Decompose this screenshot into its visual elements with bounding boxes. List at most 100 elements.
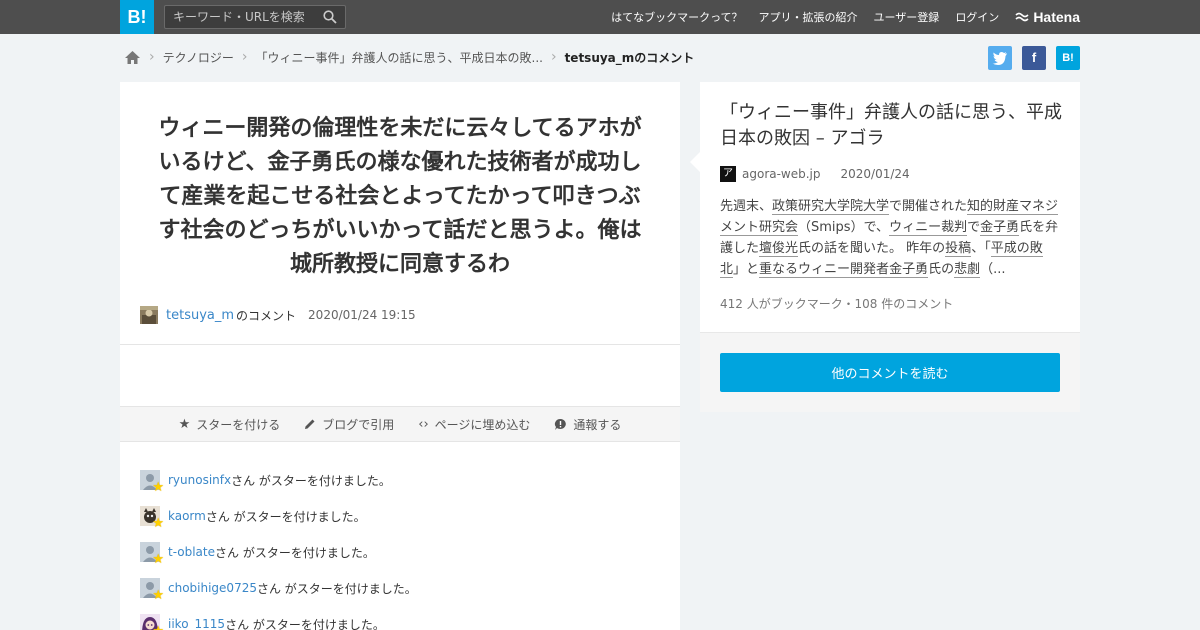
star-icon: ★: [152, 480, 164, 495]
star-list-item: ★ iiko_1115 さん がスターを付けました。: [140, 606, 417, 630]
star-username[interactable]: chobihige0725: [168, 581, 257, 595]
summary-text: で: [967, 220, 981, 235]
summary-keyword-link[interactable]: 悲劇: [954, 262, 981, 278]
code-icon: ‹›: [418, 416, 429, 432]
star-icon: ★: [152, 588, 164, 603]
summary-keyword-link[interactable]: 投稿: [945, 241, 972, 257]
comment-text: ウィニー開発の倫理性を未だに云々してるアホがいるけど、金子勇氏の様な優れた技術者…: [158, 116, 642, 277]
search-box[interactable]: [164, 5, 346, 29]
star-message: さん がスターを付けました。: [215, 545, 375, 560]
star-icon: ★: [152, 516, 164, 531]
entry-source: ア agora-web.jp 2020/01/24: [720, 166, 910, 182]
star-list-item: ★ t-oblate さん がスターを付けました。: [140, 534, 417, 570]
blog-quote-label: ブログで引用: [322, 417, 395, 432]
summary-text: 」と: [733, 262, 760, 277]
summary-keyword-link[interactable]: 重なる: [759, 262, 799, 278]
star-user-avatar[interactable]: ★: [140, 542, 164, 567]
top-bar: B! はてなブックマークって？ アプリ・拡張の紹介 ユーザー登録 ログイン Ha…: [0, 0, 1200, 34]
comment-card: ウィニー開発の倫理性を未だに云々してるアホがいるけど、金子勇氏の様な優れた技術者…: [120, 82, 680, 630]
star-user-avatar[interactable]: ★: [140, 614, 164, 630]
report-label: 通報する: [573, 417, 622, 432]
nav-about[interactable]: はてなブックマークって？: [611, 9, 742, 25]
star-list-item: ★ kaorm さん がスターを付けました。: [140, 498, 417, 534]
home-icon[interactable]: [124, 50, 141, 65]
star-message: さん がスターを付けました。: [205, 509, 366, 524]
star-icon: ★: [178, 416, 191, 432]
read-more-area: 他のコメントを読む: [700, 332, 1080, 412]
search-icon[interactable]: [323, 10, 337, 24]
entry-title[interactable]: 「ウィニー事件」弁護人の話に思う、平成日本の敗因 – アゴラ: [720, 100, 1065, 152]
breadcrumb-entry[interactable]: 「ウィニー事件」弁護人の話に思う、平成日本の敗...: [256, 49, 543, 66]
star-user-avatar[interactable]: ★: [140, 470, 164, 495]
summary-keyword-link[interactable]: ウィニー開発者: [798, 262, 890, 278]
twitter-share-button[interactable]: [988, 46, 1012, 70]
breadcrumb-category[interactable]: テクノロジー: [163, 49, 234, 66]
star-list-item: ★ ryunosinfx さん がスターを付けました。: [140, 462, 417, 498]
facebook-share-button[interactable]: f: [1022, 46, 1046, 70]
comment-suffix: のコメント: [236, 308, 297, 323]
twitter-icon: [992, 52, 1007, 65]
embed-label: ページに埋め込む: [434, 417, 531, 432]
pencil-icon: [305, 419, 315, 429]
summary-keyword-link[interactable]: 壇俊光: [759, 241, 799, 257]
comment-username[interactable]: tetsuya_m: [166, 308, 234, 323]
star-user-avatar[interactable]: ★: [140, 578, 164, 603]
chevron-right-icon: ›: [550, 49, 557, 65]
star-message: さん がスターを付けました。: [256, 581, 417, 596]
star-user-avatar[interactable]: ★: [140, 506, 164, 531]
star-list: ★ ryunosinfx さん がスターを付けました。 ★ kaorm さん が…: [140, 462, 417, 630]
entry-date: 2020/01/24: [840, 167, 910, 181]
divider: [120, 344, 680, 345]
entry-card: 「ウィニー事件」弁護人の話に思う、平成日本の敗因 – アゴラ ア agora-w…: [690, 82, 1080, 412]
comment-meta: tetsuya_m のコメント 2020/01/24 19:15: [140, 306, 416, 324]
summary-keyword-link[interactable]: 金子勇: [980, 220, 1020, 236]
entry-counts[interactable]: 412 人がブックマーク・108 件のコメント: [720, 295, 953, 312]
report-icon: [555, 418, 567, 430]
star-username[interactable]: iiko_1115: [168, 617, 225, 630]
star-icon: ★: [152, 552, 164, 567]
user-avatar[interactable]: [140, 306, 158, 324]
chevron-right-icon: ›: [149, 49, 155, 65]
summary-keyword-link[interactable]: ウィニー裁判: [889, 220, 968, 236]
embed-button[interactable]: ‹› ページに埋め込む: [418, 416, 530, 433]
star-username[interactable]: ryunosinfx: [168, 473, 231, 487]
nav-login[interactable]: ログイン: [955, 9, 999, 25]
summary-keyword-link[interactable]: 政策研究大学院大学: [772, 199, 890, 215]
breadcrumb: › テクノロジー › 「ウィニー事件」弁護人の話に思う、平成日本の敗... › …: [124, 46, 694, 68]
share-buttons: f B!: [988, 46, 1080, 70]
summary-text: （Smips）で、: [798, 220, 890, 235]
star-icon: ★: [152, 624, 164, 630]
blog-quote-button[interactable]: ブログで引用: [304, 416, 394, 433]
summary-keyword-link[interactable]: 金子勇: [889, 262, 929, 278]
chevron-right-icon: ›: [241, 49, 248, 65]
summary-text: で開催された: [889, 199, 968, 214]
breadcrumb-current: tetsuya_mのコメント: [564, 50, 695, 65]
entry-summary: 先週末、政策研究大学院大学で開催された知的財産マネジメント研究会（Smips）で…: [720, 196, 1062, 280]
hatena-wave-icon: [1015, 12, 1029, 22]
add-star-button[interactable]: ★ スターを付ける: [179, 416, 281, 433]
hatebu-logo[interactable]: B!: [120, 0, 154, 34]
star-username[interactable]: t-oblate: [168, 545, 215, 559]
search-input[interactable]: [165, 6, 315, 28]
entry-domain[interactable]: agora-web.jp: [742, 167, 821, 181]
hatena-brand-text: Hatena: [1033, 9, 1080, 25]
report-button[interactable]: 通報する: [554, 416, 621, 433]
star-message: さん がスターを付けました。: [231, 473, 391, 488]
comment-timestamp: 2020/01/24 19:15: [308, 308, 416, 322]
summary-text: 、「: [971, 241, 991, 256]
summary-text: 氏の話を聞いた。 昨年の: [798, 241, 946, 256]
top-nav: はてなブックマークって？ アプリ・拡張の紹介 ユーザー登録 ログイン Haten…: [611, 0, 1080, 34]
star-list-item: ★ chobihige0725 さん がスターを付けました。: [140, 570, 417, 606]
hatena-logo[interactable]: Hatena: [1015, 9, 1080, 25]
nav-register[interactable]: ユーザー登録: [874, 9, 940, 25]
site-favicon-icon: ア: [720, 166, 736, 182]
comment-actions: ★ スターを付ける ブログで引用 ‹› ページに埋め込む 通報する: [120, 406, 680, 442]
summary-text: 氏の: [928, 262, 955, 277]
summary-text: 先週末、: [720, 199, 773, 214]
nav-apps[interactable]: アプリ・拡張の紹介: [759, 9, 858, 25]
star-username[interactable]: kaorm: [168, 509, 206, 523]
add-star-label: スターを付ける: [196, 417, 281, 432]
hatebu-share-button[interactable]: B!: [1056, 46, 1080, 70]
card-pointer: [690, 152, 700, 172]
read-other-comments-button[interactable]: 他のコメントを読む: [720, 353, 1060, 392]
